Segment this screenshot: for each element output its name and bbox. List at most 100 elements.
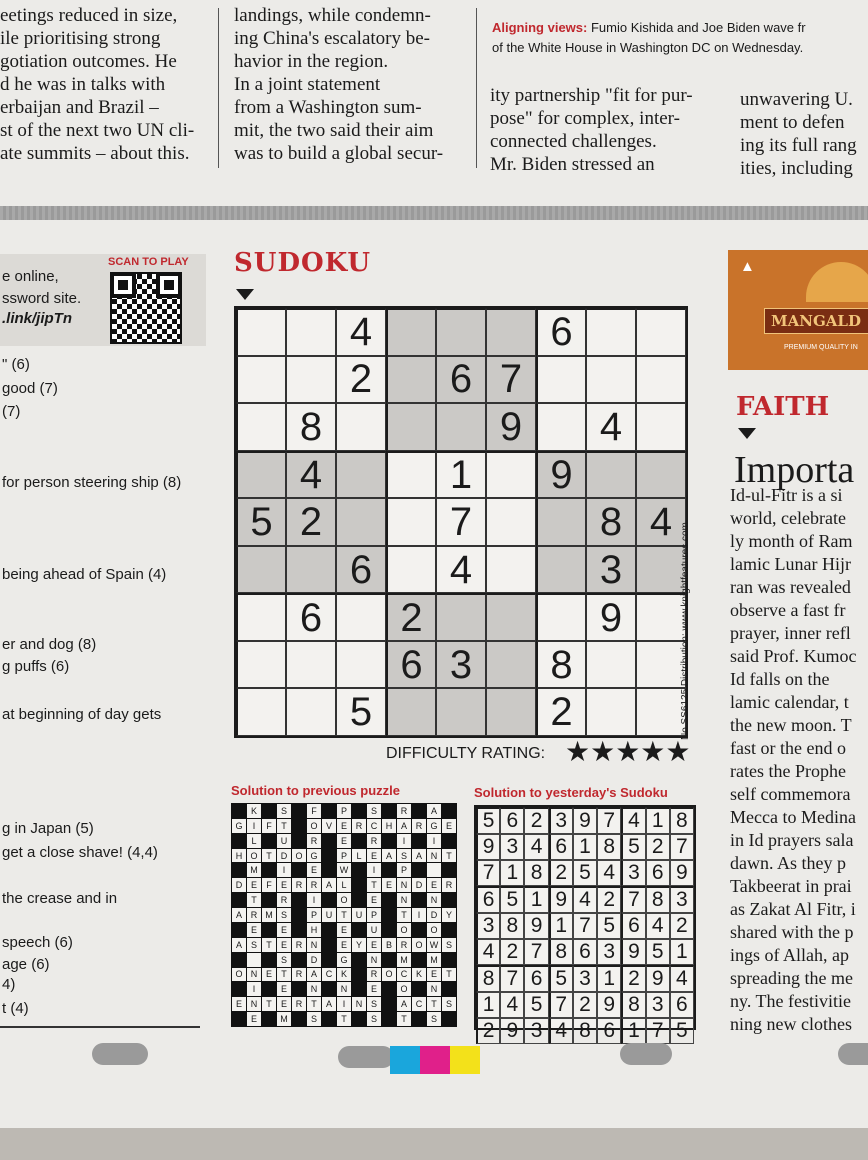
crossword-letter: D [277,848,291,863]
text-line: ny. The festivitie [730,991,851,1011]
crossword-letter: U [352,908,366,922]
solution-digit: 6 [621,913,646,939]
text-line: eetings reduced in size, [0,5,178,26]
black-square [262,893,276,908]
black-square [382,893,396,908]
crossword-letter: I [337,997,351,1012]
solution-digit: 8 [645,886,670,913]
crossword-letter: U [277,833,291,848]
sudoku-cell: 2 [336,355,386,404]
caption-text-2: of the White House in Washington DC on W… [492,40,804,55]
solution-digit: 7 [669,834,694,860]
solution-digit: 8 [524,860,549,886]
text-line: ran was revealed [730,577,851,597]
crossword-letter: F [307,804,321,818]
sudoku-cell [636,355,686,404]
sudoku-cell: 9 [536,450,586,499]
sudoku-cell [536,403,586,451]
text-line: connected challenges. [490,131,657,152]
photo-caption: Aligning views: Fumio Kishida and Joe Bi… [492,18,868,58]
black-square [442,863,456,878]
text-line: as Zakat Al Fitr, i [730,899,856,919]
black-square [292,952,306,967]
solution-digit: 9 [621,939,646,965]
black-square [262,982,276,997]
crossword-letter: E [337,922,351,937]
crossword-letter: A [412,848,426,863]
crossword-letter: T [277,818,291,833]
crossword-letter: S [367,1012,381,1026]
solution-digit: 1 [476,992,501,1018]
black-square [322,1012,336,1026]
text-line: shared with the p [730,922,854,942]
caption-label: Aligning views: [492,20,588,35]
solution-digit: 3 [524,1018,549,1044]
crossword-letter: C [412,997,426,1012]
sudoku-credit: No SS6125 Distribution: www.knightfeatur… [680,522,691,740]
black-square [262,922,276,937]
crossword-letter: P [367,908,381,922]
crossword-letter: D [307,952,321,967]
black-square [262,863,276,878]
crossword-letter: O [247,848,261,863]
text-line: ings of Allah, ap [730,945,849,965]
table-surface [0,1128,868,1160]
yellow-swatch [450,1046,480,1074]
black-square [352,967,366,982]
crossword-letter: P [337,848,351,863]
black-square [382,1012,396,1026]
sudoku-cell [586,308,636,356]
crossword-letter: E [427,967,441,982]
solution-digit: 5 [524,992,549,1018]
crossword-letter: T [442,848,456,863]
text-line: pose" for complex, inter- [490,108,680,129]
sudoku-cell: 9 [486,403,536,451]
article-body: Id-ul-Fitr is a si world, celebrate ly mon… [730,484,868,1036]
crossword-letter: D [427,908,441,922]
crossword-letter: E [232,997,246,1012]
crossword-letter: S [427,1012,441,1026]
black-square [442,982,456,997]
crossword-letter: T [277,967,291,982]
sudoku-cell [336,498,386,546]
crossword-letter: E [367,937,381,952]
crossword-letter: R [412,818,426,833]
solution-digit: 4 [548,1018,573,1044]
text-line: d he was in talks with [0,74,166,95]
crossword-letter: M [427,952,441,967]
crossword-letter: G [337,952,351,967]
crossword-letter: A [232,937,246,952]
crossword-letter: E [277,982,291,997]
sudoku-cell [286,545,336,594]
crossword-letter: O [292,848,306,863]
sudoku-cell: 6 [536,308,586,356]
solution-digit: 2 [500,939,525,965]
solution-digit: 1 [500,860,525,886]
black-square [382,982,396,997]
registration-mark [338,1046,394,1068]
text-line: Takbeerat in prai [730,876,852,896]
solution-digit: 7 [572,913,598,939]
black-square [262,952,276,967]
crossword-letter: E [337,818,351,833]
sudoku-cell [486,593,536,641]
sudoku-cell [386,308,436,356]
crossword-letter: S [247,937,261,952]
solution-digit: 6 [572,939,598,965]
black-square [412,922,426,937]
black-square [292,982,306,997]
black-square [352,863,366,878]
crossword-letter: E [277,997,291,1012]
crossword-letter: L [247,833,261,848]
sudoku-cell: 3 [436,640,486,689]
sudoku-cell: 4 [286,450,336,499]
sudoku-cell [386,450,436,499]
crossword-letter: E [277,922,291,937]
text-line: from a Washington sum- [234,97,422,118]
crossword-letter: S [277,804,291,818]
sudoku-cell [236,545,286,594]
text-line: fast or the end o [730,738,846,758]
sudoku-cell: 9 [586,593,636,641]
crossword-letter: S [307,1012,321,1026]
crossword-letter: G [427,818,441,833]
